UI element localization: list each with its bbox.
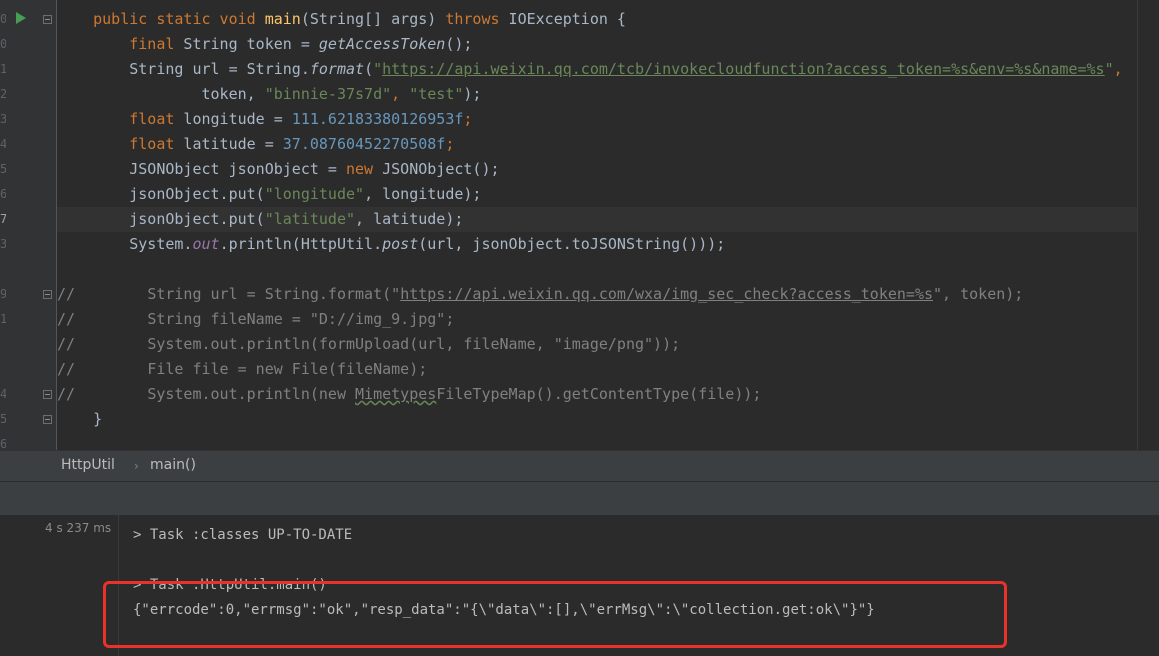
line-number	[0, 357, 6, 382]
run-panel-header	[0, 481, 1159, 515]
line-number: 4	[0, 137, 6, 151]
run-gutter-icon[interactable]	[16, 12, 26, 24]
url-link[interactable]: https://api.weixin.qq.com/tcb/invokeclou…	[382, 60, 1104, 78]
line-number	[0, 257, 6, 282]
line-number: 0	[0, 12, 6, 26]
line-number: 6	[0, 187, 6, 201]
breadcrumb-separator: ›	[134, 459, 139, 473]
console-line: > Task :HttpUtil.main()	[133, 577, 327, 593]
line-number: 5	[0, 162, 6, 176]
line-number	[0, 332, 6, 357]
line-number: 1	[0, 62, 6, 76]
code-line[interactable]	[57, 257, 1137, 282]
code-line-comment[interactable]: // File file = new File(fileName);	[57, 357, 1137, 382]
line-number: 0	[0, 37, 6, 51]
fold-icon[interactable]	[43, 390, 52, 399]
code-line-current[interactable]: jsonObject.put("latitude", latitude);	[57, 207, 1137, 232]
code-editor[interactable]: 0 0 1 2 3 4 5 6 7 3 9 1 4 5 6 public sta…	[0, 0, 1159, 450]
line-number: 5	[0, 412, 6, 426]
code-line[interactable]: JSONObject jsonObject = new JSONObject()…	[57, 157, 1137, 182]
line-number: 3	[0, 237, 6, 251]
console-divider[interactable]	[118, 515, 119, 656]
console-line-response: {"errcode":0,"errmsg":"ok","resp_data":"…	[133, 602, 875, 618]
right-margin-guide	[1137, 0, 1138, 450]
code-line[interactable]: final String token = getAccessToken();	[57, 32, 1137, 57]
fold-icon[interactable]	[43, 290, 52, 299]
line-number: 2	[0, 87, 6, 101]
code-line-comment[interactable]: // System.out.println(formUpload(url, fi…	[57, 332, 1137, 357]
code-line[interactable]: float latitude = 37.08760452270508f;	[57, 132, 1137, 157]
code-line[interactable]: System.out.println(HttpUtil.post(url, js…	[57, 232, 1137, 257]
code-line[interactable]: float longitude = 111.62183380126953f;	[57, 107, 1137, 132]
line-number: 1	[0, 312, 6, 326]
run-panel[interactable]: 4 s 237 ms > Task :classes UP-TO-DATE > …	[0, 515, 1159, 656]
line-number: 4	[0, 387, 6, 401]
code-line-comment[interactable]: // String url = String.format("https://a…	[57, 282, 1137, 307]
run-tree[interactable]: 4 s 237 ms	[0, 515, 118, 656]
code-line[interactable]: token, "binnie-37s7d", "test");	[57, 82, 1137, 107]
code-line[interactable]: public static void main(String[] args) t…	[57, 7, 1137, 32]
code-line[interactable]: }	[57, 407, 1137, 432]
line-number: 6	[0, 437, 6, 450]
fold-icon[interactable]	[43, 15, 52, 24]
line-number: 7	[0, 212, 6, 226]
console-line: > Task :classes UP-TO-DATE	[133, 527, 353, 543]
breadcrumb-method[interactable]: main()	[150, 457, 196, 473]
line-numbers: 0 0 1 2 3 4 5 6 7 3 9 1 4 5 6	[0, 7, 10, 450]
elapsed-time: 4 s 237 ms	[45, 521, 112, 535]
fold-icon[interactable]	[43, 415, 52, 424]
line-number: 3	[0, 112, 6, 126]
code-area[interactable]: public static void main(String[] args) t…	[57, 7, 1137, 432]
breadcrumb-class[interactable]: HttpUtil	[61, 457, 115, 473]
breadcrumb: HttpUtil › main()	[0, 450, 1159, 481]
code-line[interactable]: String url = String.format("https://api.…	[57, 57, 1137, 82]
line-number: 9	[0, 287, 6, 301]
code-line-comment[interactable]: // String fileName = "D://img_9.jpg";	[57, 307, 1137, 332]
code-line-comment[interactable]: // System.out.println(new MimetypesFileT…	[57, 382, 1137, 407]
editor-gutter[interactable]: 0 0 1 2 3 4 5 6 7 3 9 1 4 5 6	[0, 0, 57, 450]
url-link[interactable]: https://api.weixin.qq.com/wxa/img_sec_ch…	[400, 285, 933, 303]
code-line[interactable]: jsonObject.put("longitude", longitude);	[57, 182, 1137, 207]
